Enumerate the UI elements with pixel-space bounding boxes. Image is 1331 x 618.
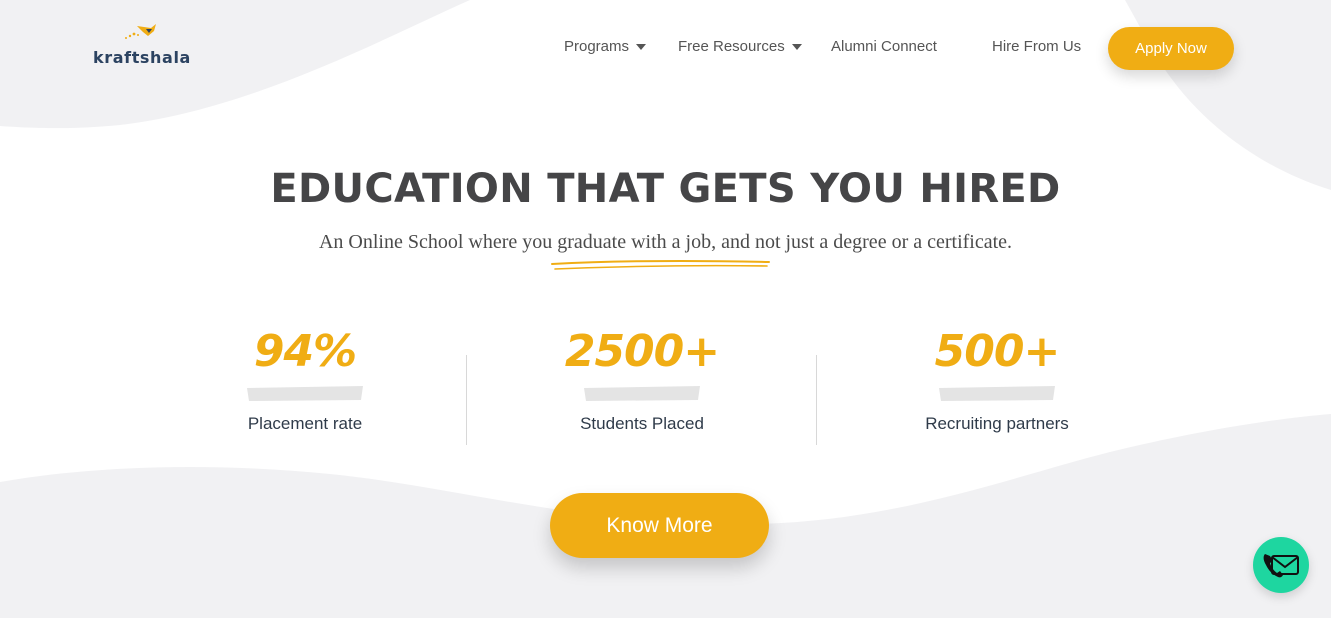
stat-label: Students Placed	[580, 414, 704, 433]
apply-now-button[interactable]: Apply Now	[1108, 27, 1234, 70]
stat-value: 500+	[934, 326, 1061, 377]
stat-underline-swash	[939, 386, 1055, 401]
stat-label: Placement rate	[247, 414, 363, 433]
stat-divider	[816, 355, 817, 445]
nav-item-programs[interactable]: Programs	[564, 38, 647, 55]
stat-value: 94%	[253, 326, 357, 377]
stat-divider	[466, 355, 467, 445]
nav-item-free-resources[interactable]: Free Resources	[678, 38, 802, 55]
hero-subtitle: An Online School where you graduate with…	[318, 231, 1013, 253]
nav-item-label: Free Resources	[678, 38, 785, 55]
nav-item-hire-from-us[interactable]: Hire From Us	[992, 38, 1081, 55]
know-more-button[interactable]: Know More	[550, 493, 769, 558]
phone-mail-icon	[1263, 554, 1299, 578]
nav-item-label: Programs	[564, 38, 630, 55]
hero-title: EDUCATION THAT GETS YOU HIRED	[270, 166, 1061, 212]
nav-item-label: Alumni Connect	[831, 38, 937, 55]
stat-students-placed: 2500+ Students Placed	[522, 322, 762, 442]
stat-recruiting-partners: 500+ Recruiting partners	[877, 322, 1117, 442]
contact-fab-button[interactable]	[1253, 537, 1309, 593]
nav-item-label: Hire From Us	[992, 38, 1082, 55]
stat-placement-rate: 94% Placement rate	[185, 322, 425, 442]
chevron-down-icon	[636, 43, 647, 50]
stat-underline-swash	[247, 386, 363, 401]
stat-underline-swash	[584, 386, 700, 401]
stat-label: Recruiting partners	[925, 414, 1069, 433]
stat-value: 2500+	[564, 326, 720, 377]
nav-item-alumni-connect[interactable]: Alumni Connect	[831, 38, 937, 55]
chevron-down-icon	[791, 43, 802, 50]
logo-wordmark: kraftshala	[93, 48, 191, 67]
scribble-underline	[551, 259, 770, 270]
logo-bird-icon	[125, 24, 156, 39]
